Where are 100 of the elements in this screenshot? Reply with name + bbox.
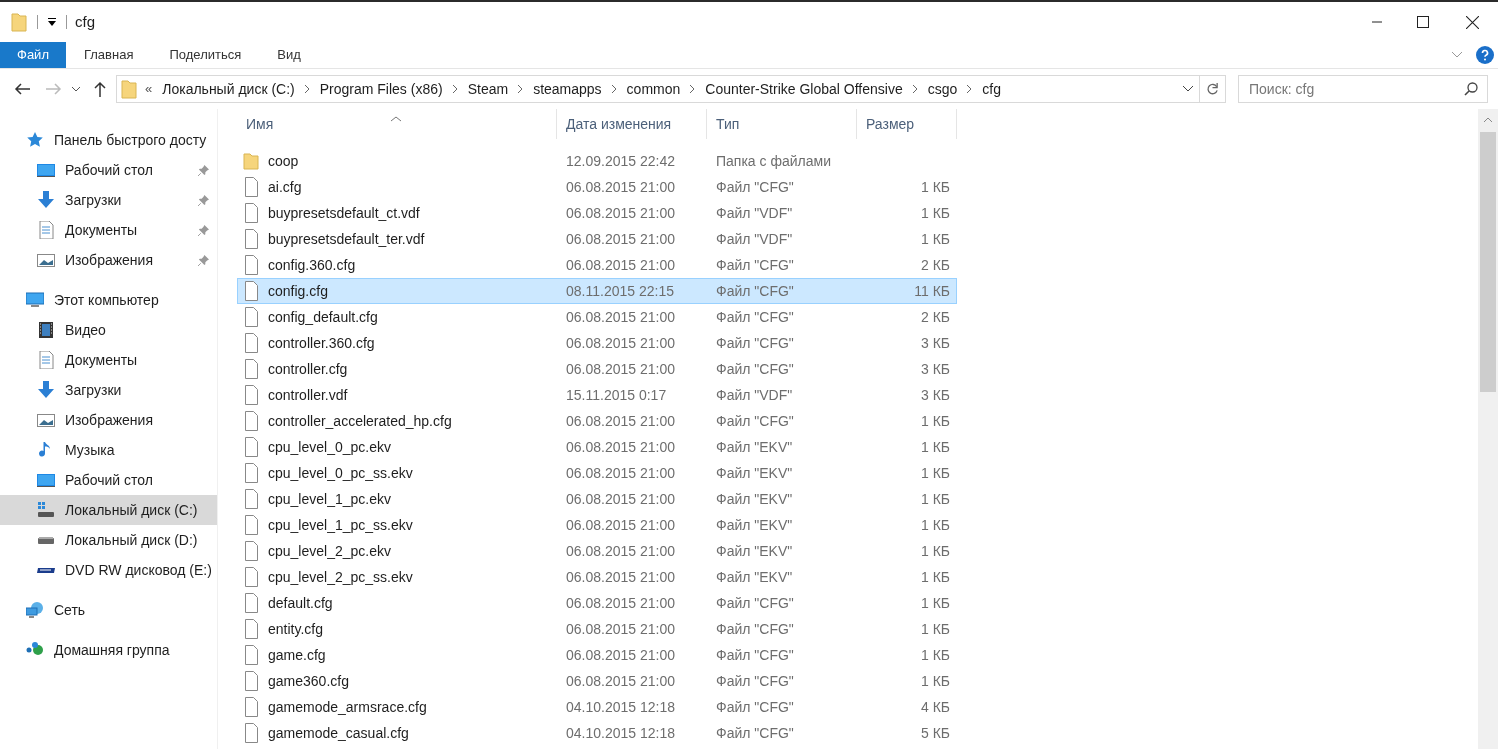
overflow-chevron[interactable]: «	[145, 79, 153, 99]
type-cell-text: Файл "CFG"	[715, 671, 795, 691]
type-cell-text: Файл "CFG"	[715, 281, 795, 301]
breadcrumb[interactable]: steamapps	[529, 78, 606, 100]
pin-icon[interactable]	[198, 194, 209, 206]
file-row[interactable]: controller.cfg 06.08.2015 21:00 Файл "CFG" 3 КБ	[237, 356, 957, 382]
sidebar-label: Музыка	[65, 440, 115, 460]
file-row[interactable]: controller.360.cfg 06.08.2015 21:00 Файл "CFG" 3 КБ	[237, 330, 957, 356]
file-row[interactable]: buypresetsdefault_ter.vdf 06.08.2015 21:00 Файл "VDF" 1 КБ	[237, 226, 957, 252]
document-icon	[37, 221, 55, 239]
file-icon	[243, 255, 259, 275]
sidebar-item[interactable]: Рабочий стол	[0, 465, 217, 495]
column-header[interactable]: Имя	[237, 109, 557, 139]
chevron-right-icon[interactable]	[452, 85, 458, 93]
star-icon	[26, 131, 44, 149]
date-cell-text: 06.08.2015 21:00	[565, 307, 676, 327]
chevron-right-icon[interactable]	[690, 85, 696, 93]
scrollbar-thumb[interactable]	[1480, 132, 1496, 392]
chevron-down-icon[interactable]	[1452, 52, 1462, 58]
file-row[interactable]: gamemode_casual.cfg 04.10.2015 12:18 Файл "CFG" 5 КБ	[237, 720, 957, 746]
file-row[interactable]: buypresetsdefault_ct.vdf 06.08.2015 21:00 Файл "VDF" 1 КБ	[237, 200, 957, 226]
chevron-right-icon[interactable]	[611, 85, 617, 93]
file-row[interactable]: controller_accelerated_hp.cfg 06.08.2015 21:00 Файл "CFG" 1 КБ	[237, 408, 957, 434]
file-name: default.cfg	[267, 593, 334, 613]
search-icon[interactable]	[1464, 82, 1478, 96]
monitor-icon	[37, 471, 55, 489]
file-icon	[243, 333, 259, 353]
file-icon	[243, 645, 259, 665]
scrollbar[interactable]	[1478, 109, 1498, 749]
dropdown-icon	[48, 18, 56, 26]
breadcrumb[interactable]: common	[622, 78, 685, 100]
file-row[interactable]: config.cfg 08.11.2015 22:15 Файл "CFG" 11 КБ	[237, 278, 957, 304]
file-row[interactable]: default.cfg 06.08.2015 21:00 Файл "CFG" 1 КБ	[237, 590, 957, 616]
sidebar-item[interactable]: Изображения	[0, 245, 217, 275]
file-row[interactable]: cpu_level_1_pc_ss.ekv 06.08.2015 21:00 Файл "EKV" 1 КБ	[237, 512, 957, 538]
sidebar-item[interactable]: Панель быстрого досту	[0, 125, 217, 155]
file-row[interactable]: cpu_level_2_pc_ss.ekv 06.08.2015 21:00 Файл "EKV" 1 КБ	[237, 564, 957, 590]
file-name: cpu_level_1_pc_ss.ekv	[267, 515, 414, 535]
chevron-right-icon[interactable]	[967, 85, 973, 93]
file-row[interactable]: cpu_level_0_pc_ss.ekv 06.08.2015 21:00 Файл "EKV" 1 КБ	[237, 460, 957, 486]
sidebar-item[interactable]: Видео	[0, 315, 217, 345]
chevron-right-icon[interactable]	[912, 85, 918, 93]
sidebar-item[interactable]: Документы	[0, 345, 217, 375]
file-row[interactable]: cpu_level_1_pc.ekv 06.08.2015 21:00 Файл "EKV" 1 КБ	[237, 486, 957, 512]
search-field[interactable]: Поиск: cfg	[1238, 75, 1488, 103]
file-row[interactable]: cpu_level_2_pc.ekv 06.08.2015 21:00 Файл "EKV" 1 КБ	[237, 538, 957, 564]
file-row[interactable]: ai.cfg 06.08.2015 21:00 Файл "CFG" 1 КБ	[237, 174, 957, 200]
breadcrumb[interactable]: Локальный диск (C:)	[158, 78, 299, 100]
sidebar-item[interactable]: Загрузки	[0, 375, 217, 405]
chevron-right-icon[interactable]	[518, 85, 524, 93]
sidebar-item[interactable]: Рабочий стол	[0, 155, 217, 185]
file-icon	[243, 411, 259, 431]
file-row[interactable]: game.cfg 06.08.2015 21:00 Файл "CFG" 1 КБ	[237, 642, 957, 668]
file-row[interactable]: cpu_level_0_pc.ekv 06.08.2015 21:00 Файл "EKV" 1 КБ	[237, 434, 957, 460]
dropdown-icon[interactable]	[1183, 86, 1193, 92]
file-row[interactable]: entity.cfg 06.08.2015 21:00 Файл "CFG" 1 КБ	[237, 616, 957, 642]
file-row[interactable]: game360.cfg 06.08.2015 21:00 Файл "CFG" 1 КБ	[237, 668, 957, 694]
sidebar-item[interactable]: Локальный диск (C:)	[0, 495, 217, 525]
pin-icon[interactable]	[198, 164, 209, 176]
ribbon-tab[interactable]: Главная	[65, 42, 152, 68]
sort-ascending-icon	[391, 116, 401, 122]
chevron-right-icon[interactable]	[304, 85, 310, 93]
sidebar-item[interactable]: Этот компьютер	[0, 285, 217, 315]
breadcrumb[interactable]: csgo	[923, 78, 962, 100]
sidebar-item[interactable]: Музыка	[0, 435, 217, 465]
sidebar-item[interactable]: Документы	[0, 215, 217, 245]
file-icon	[243, 385, 259, 405]
sidebar-item[interactable]: Загрузки	[0, 185, 217, 215]
picture-icon	[37, 251, 55, 269]
pin-icon[interactable]	[198, 254, 209, 266]
file-row[interactable]: config_default.cfg 06.08.2015 21:00 Файл "CFG" 2 КБ	[237, 304, 957, 330]
column-header[interactable]: Тип	[707, 109, 857, 139]
file-icon	[243, 489, 259, 509]
breadcrumb[interactable]: cfg	[978, 78, 1005, 100]
file-icon	[243, 229, 259, 249]
file-row[interactable]: controller.vdf 15.11.2015 0:17 Файл "VDF" 3 КБ	[237, 382, 957, 408]
file-row[interactable]: coop 12.09.2015 22:42 Папка с файлами	[237, 148, 957, 174]
size-cell-text: 1 КБ	[919, 489, 950, 509]
breadcrumb[interactable]: Program Files (x86)	[315, 78, 447, 100]
breadcrumb[interactable]: Counter-Strike Global Offensive	[701, 78, 907, 100]
file-name: buypresetsdefault_ct.vdf	[267, 203, 421, 223]
help-icon[interactable]	[1476, 46, 1494, 64]
date-cell-text: 06.08.2015 21:00	[565, 463, 676, 483]
address-bar[interactable]: « Локальный диск (C:) Program Files (x86) Steam steamapps common Counter-Strike Global Offensive csgo cfg	[116, 75, 1200, 103]
column-header[interactable]: Дата изменения	[557, 109, 707, 139]
ribbon-tab[interactable]: Файл	[0, 42, 66, 68]
sidebar-item[interactable]: Сеть	[0, 595, 217, 625]
ribbon-tab[interactable]: Вид	[259, 42, 319, 68]
pin-icon[interactable]	[198, 224, 209, 236]
sidebar-item[interactable]: Домашняя группа	[0, 635, 217, 665]
file-icon	[243, 671, 259, 691]
sidebar-item[interactable]: Локальный диск (D:)	[0, 525, 217, 555]
file-row[interactable]: config.360.cfg 06.08.2015 21:00 Файл "CFG" 2 КБ	[237, 252, 957, 278]
ribbon-tab[interactable]: Поделиться	[151, 42, 260, 68]
sidebar-item[interactable]: Изображения	[0, 405, 217, 435]
breadcrumb[interactable]: Steam	[463, 78, 513, 100]
file-row[interactable]: gamemode_armsrace.cfg 04.10.2015 12:18 Файл "CFG" 4 КБ	[237, 694, 957, 720]
column-header[interactable]: Размер	[857, 109, 957, 139]
refresh-button[interactable]	[1200, 75, 1226, 103]
sidebar-item[interactable]: DVD RW дисковод (E:)	[0, 555, 217, 585]
